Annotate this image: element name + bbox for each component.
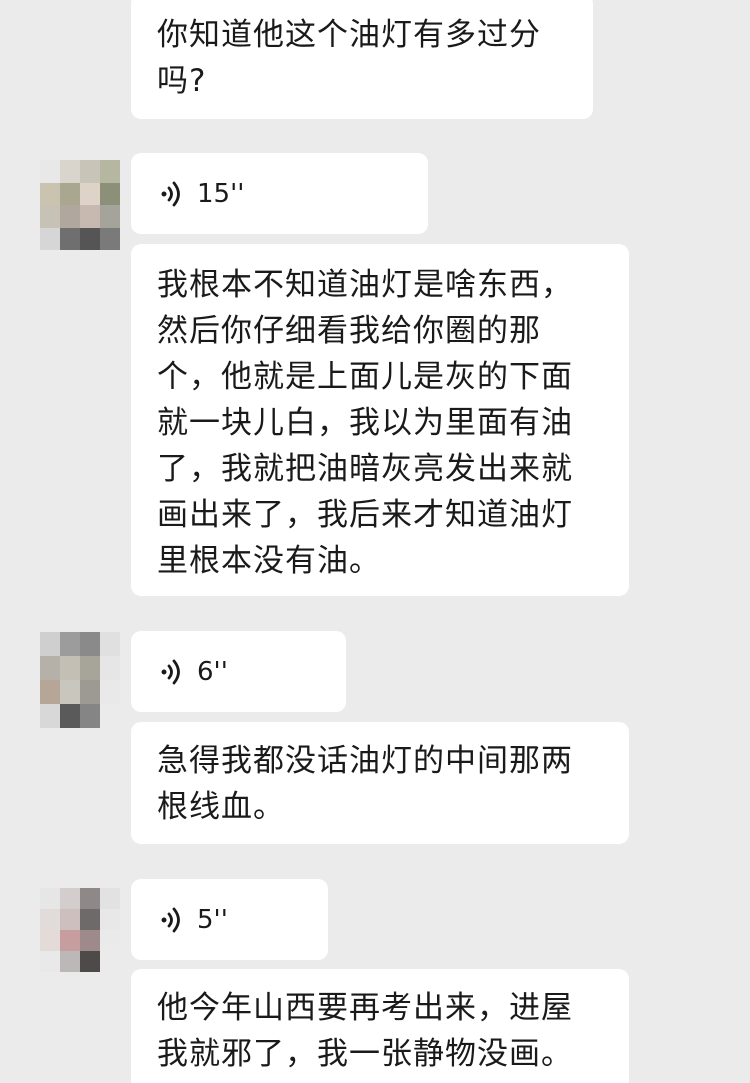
message-bubble[interactable]: 急得我都没话油灯的中间那两 根线血。 [131,722,629,844]
avatar[interactable] [40,888,120,972]
message-bubble[interactable]: 我根本不知道油灯是啥东西， 然后你仔细看我给你圈的那 个，他就是上面儿是灰的下面… [131,244,629,596]
message-text: 你知道他这个油灯有多过分 吗? [157,17,541,99]
voice-wave-icon [161,659,180,684]
chat-container: 你知道他这个油灯有多过分 吗? 15'' 我根本不知道油灯是啥东西， 然后你仔细… [0,0,750,1083]
voice-message-bubble[interactable]: 5'' [131,879,328,960]
message-bubble[interactable]: 你知道他这个油灯有多过分 吗? [131,0,593,119]
message-text: 我根本不知道油灯是啥东西， 然后你仔细看我给你圈的那 个，他就是上面儿是灰的下面… [157,267,573,579]
voice-message-bubble[interactable]: 15'' [131,153,428,234]
avatar[interactable] [40,632,120,728]
message-text: 他今年山西要再考出来，进屋 我就邪了，我一张静物没画。 [157,990,573,1072]
voice-wave-icon [161,181,180,206]
voice-duration: 6'' [197,656,228,687]
voice-wave-icon [161,907,180,932]
voice-message-bubble[interactable]: 6'' [131,631,346,712]
message-bubble[interactable]: 他今年山西要再考出来，进屋 我就邪了，我一张静物没画。 [131,969,629,1083]
message-text: 急得我都没话油灯的中间那两 根线血。 [157,743,573,825]
avatar[interactable] [40,160,120,250]
voice-duration: 5'' [197,904,228,935]
voice-duration: 15'' [197,178,245,209]
